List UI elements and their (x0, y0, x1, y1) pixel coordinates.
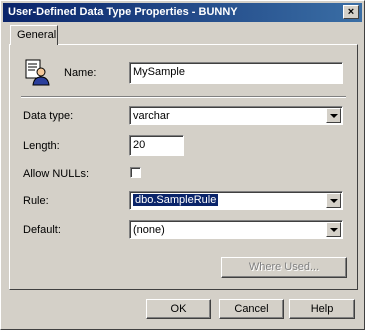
rule-combo[interactable]: dbo.SampleRule (129, 191, 343, 210)
data-type-combo[interactable]: varchar (129, 106, 343, 125)
length-label: Length: (23, 140, 60, 152)
separator (21, 96, 346, 98)
chevron-down-icon[interactable] (326, 222, 341, 237)
rule-value: dbo.SampleRule (131, 193, 220, 207)
data-type-icon (25, 59, 50, 86)
name-label: Name: (64, 67, 97, 79)
allow-nulls-checkbox[interactable] (130, 167, 141, 178)
cancel-button[interactable]: Cancel (219, 299, 284, 319)
tab-general[interactable]: General (10, 25, 58, 45)
chevron-down-icon[interactable] (326, 193, 341, 208)
allow-nulls-label: Allow NULLs: (23, 168, 90, 180)
length-value: 20 (133, 139, 146, 151)
where-used-button[interactable]: Where Used... (221, 257, 347, 278)
ok-button[interactable]: OK (146, 299, 211, 319)
name-value: MySample (133, 66, 185, 78)
close-button[interactable]: × (343, 5, 359, 19)
default-label: Default: (23, 224, 61, 236)
title-bar[interactable]: User-Defined Data Type Properties - BUNN… (3, 3, 362, 22)
window-title: User-Defined Data Type Properties - BUNN… (8, 6, 238, 18)
properties-dialog: User-Defined Data Type Properties - BUNN… (0, 0, 365, 330)
data-type-label: Data type: (23, 110, 74, 122)
chevron-down-icon[interactable] (326, 108, 341, 123)
tab-general-label: General (17, 29, 57, 41)
length-field[interactable]: 20 (129, 135, 184, 156)
default-value: (none) (133, 224, 165, 236)
close-icon: × (347, 6, 355, 18)
help-button[interactable]: Help (289, 299, 355, 319)
default-combo[interactable]: (none) (129, 220, 343, 239)
rule-label: Rule: (23, 195, 49, 207)
name-field[interactable]: MySample (129, 62, 343, 84)
data-type-value: varchar (133, 110, 170, 122)
